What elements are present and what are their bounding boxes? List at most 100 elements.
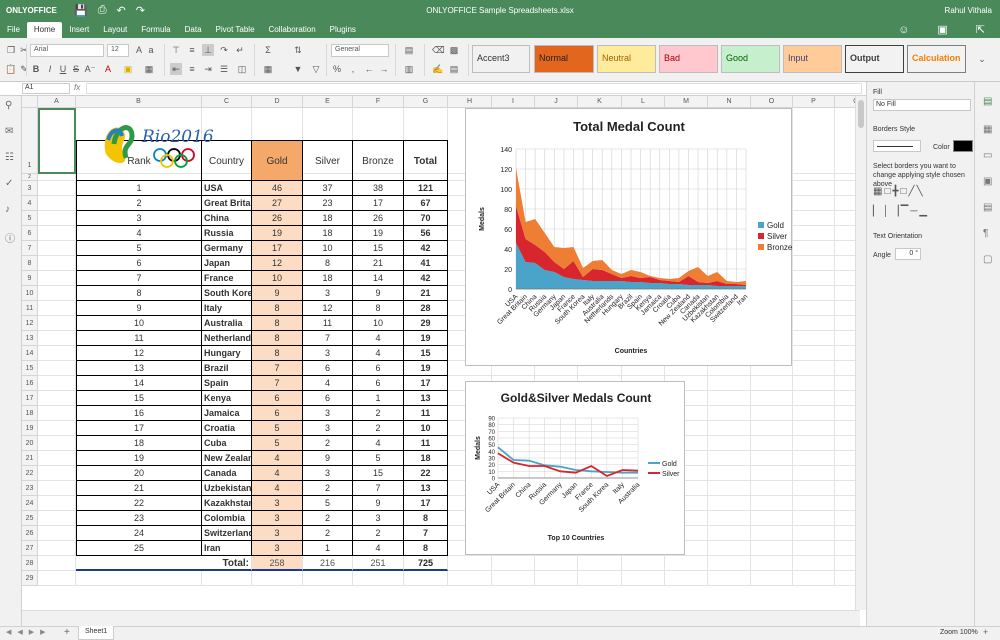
cell[interactable] — [793, 241, 835, 256]
cell[interactable] — [793, 556, 835, 571]
country-cell[interactable]: Germany — [202, 241, 252, 256]
table-cell[interactable]: 10 — [404, 421, 448, 436]
cell[interactable] — [793, 301, 835, 316]
table-cell[interactable]: 20 — [76, 466, 202, 481]
cell[interactable] — [708, 406, 751, 421]
table-cell[interactable]: 10 — [76, 316, 202, 331]
country-cell[interactable]: Kazakhstan — [202, 496, 252, 511]
table-cell[interactable]: 8 — [252, 301, 303, 316]
user-name[interactable]: Rahul Vithala — [945, 6, 992, 15]
cell[interactable] — [38, 346, 76, 361]
cell[interactable] — [793, 451, 835, 466]
table-cell[interactable]: 23 — [303, 196, 353, 211]
column-header[interactable]: I — [492, 96, 535, 108]
country-cell[interactable]: USA — [202, 181, 252, 196]
font-name-select[interactable]: Arial — [30, 44, 104, 57]
font-color-icon[interactable]: A — [102, 63, 114, 75]
print-icon[interactable]: ⎙ — [98, 4, 107, 17]
table-cell[interactable]: 67 — [404, 196, 448, 211]
cell[interactable] — [202, 571, 252, 586]
sheet-tab[interactable]: Sheet1 — [78, 626, 115, 640]
cell[interactable] — [793, 271, 835, 286]
cut-icon[interactable]: ✂ — [18, 44, 30, 56]
table-cell[interactable]: 4 — [252, 451, 303, 466]
cell[interactable] — [751, 376, 793, 391]
paragraph-settings-icon[interactable]: ¶ — [983, 228, 988, 239]
column-header[interactable]: A — [38, 96, 76, 108]
total-cell[interactable]: 258 — [252, 556, 303, 571]
table-cell[interactable]: 18 — [303, 211, 353, 226]
table-cell[interactable]: 19 — [404, 361, 448, 376]
total-label[interactable]: Total: — [76, 556, 252, 571]
table-cell[interactable]: 8 — [252, 346, 303, 361]
table-cell[interactable]: 17 — [252, 241, 303, 256]
table-cell[interactable]: 4 — [252, 481, 303, 496]
cell[interactable] — [793, 541, 835, 556]
row-header[interactable]: 8 — [22, 256, 38, 271]
cell[interactable] — [751, 571, 793, 586]
table-cell[interactable]: 17 — [404, 496, 448, 511]
fill-select[interactable]: No Fill — [873, 99, 971, 111]
row-header[interactable]: 24 — [22, 496, 38, 511]
cell[interactable] — [708, 556, 751, 571]
cell[interactable] — [793, 196, 835, 211]
row-header[interactable]: 15 — [22, 361, 38, 376]
align-top-icon[interactable]: ⊤ — [170, 44, 182, 56]
cell[interactable] — [708, 451, 751, 466]
table-cell[interactable]: 6 — [353, 376, 404, 391]
increase-font-icon[interactable]: A — [133, 44, 145, 56]
table-cell[interactable]: 42 — [404, 241, 448, 256]
spellcheck-icon[interactable]: ✓ — [5, 178, 13, 189]
menu-pivot-table[interactable]: Pivot Table — [209, 22, 262, 38]
row-header[interactable]: 20 — [22, 436, 38, 451]
table-cell[interactable]: 8 — [404, 541, 448, 556]
cell[interactable] — [448, 556, 492, 571]
table-cell[interactable]: 4 — [353, 436, 404, 451]
bold-icon[interactable]: B — [30, 63, 42, 75]
cell[interactable] — [793, 391, 835, 406]
cell[interactable] — [708, 391, 751, 406]
text-orientation-icon[interactable]: ↷ — [218, 44, 230, 56]
cell[interactable] — [76, 571, 202, 586]
table-cell[interactable]: 12 — [76, 346, 202, 361]
cell[interactable] — [665, 556, 708, 571]
cell[interactable] — [793, 256, 835, 271]
table-cell[interactable]: 5 — [303, 496, 353, 511]
expand-icon[interactable]: ⇱ — [969, 22, 992, 38]
table-cell[interactable]: 1 — [303, 541, 353, 556]
row-header[interactable]: 10 — [22, 286, 38, 301]
table-cell[interactable]: 22 — [404, 466, 448, 481]
cell[interactable] — [404, 571, 448, 586]
column-header[interactable]: O — [751, 96, 793, 108]
table-cell[interactable]: 19 — [252, 226, 303, 241]
table-cell[interactable]: 7 — [252, 376, 303, 391]
delete-cells-icon[interactable]: ▥ — [403, 63, 415, 75]
table-cell[interactable]: 3 — [76, 211, 202, 226]
cell[interactable] — [492, 571, 535, 586]
table-cell[interactable]: 3 — [303, 346, 353, 361]
merge-cells-icon[interactable]: ◫ — [236, 63, 248, 75]
table-header-total[interactable]: Total — [404, 140, 448, 181]
menu-collaboration[interactable]: Collaboration — [262, 22, 323, 38]
country-cell[interactable]: Switzerland — [202, 526, 252, 541]
wrap-text-icon[interactable]: ↵ — [234, 44, 246, 56]
column-header[interactable]: L — [622, 96, 665, 108]
cell[interactable] — [38, 421, 76, 436]
cell[interactable] — [793, 511, 835, 526]
style-good[interactable]: Good — [721, 45, 780, 73]
zoom-level[interactable]: Zoom 100% — [940, 629, 978, 636]
table-cell[interactable]: 2 — [303, 526, 353, 541]
style-output[interactable]: Output — [845, 45, 904, 73]
table-cell[interactable]: 18 — [404, 451, 448, 466]
row-header[interactable]: 26 — [22, 526, 38, 541]
row-header[interactable]: 2 — [22, 174, 38, 181]
cell[interactable] — [38, 406, 76, 421]
cell[interactable] — [793, 331, 835, 346]
cell[interactable] — [708, 496, 751, 511]
cell[interactable] — [535, 556, 578, 571]
country-cell[interactable]: Japan — [202, 256, 252, 271]
table-cell[interactable]: 7 — [76, 271, 202, 286]
cell[interactable] — [38, 436, 76, 451]
cell[interactable] — [751, 511, 793, 526]
cell[interactable] — [665, 571, 708, 586]
